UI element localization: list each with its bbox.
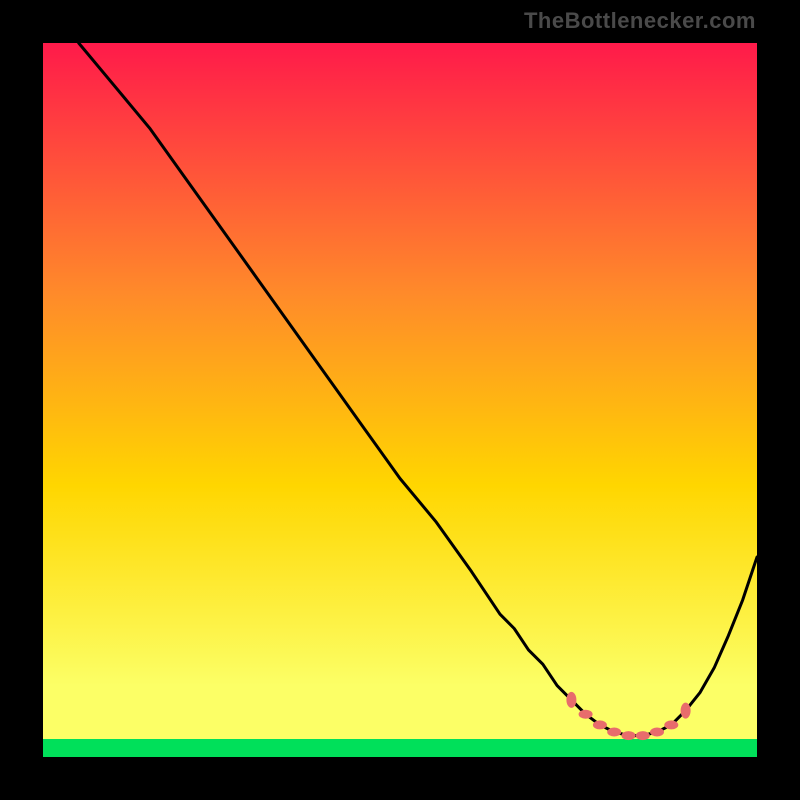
highlight-dot [579, 710, 593, 719]
highlight-dot [681, 703, 691, 719]
gradient-background [43, 43, 757, 757]
highlight-dot [593, 720, 607, 729]
highlight-dot [636, 731, 650, 740]
highlight-dot [664, 720, 678, 729]
plot-area [43, 43, 757, 757]
green-band [43, 739, 757, 757]
watermark-text: TheBottlenecker.com [524, 8, 756, 34]
highlight-dot [650, 728, 664, 737]
highlight-dot [566, 692, 576, 708]
highlight-dot [607, 728, 621, 737]
highlight-dot [622, 731, 636, 740]
chart-svg [43, 43, 757, 757]
chart-frame: TheBottlenecker.com [0, 0, 800, 800]
